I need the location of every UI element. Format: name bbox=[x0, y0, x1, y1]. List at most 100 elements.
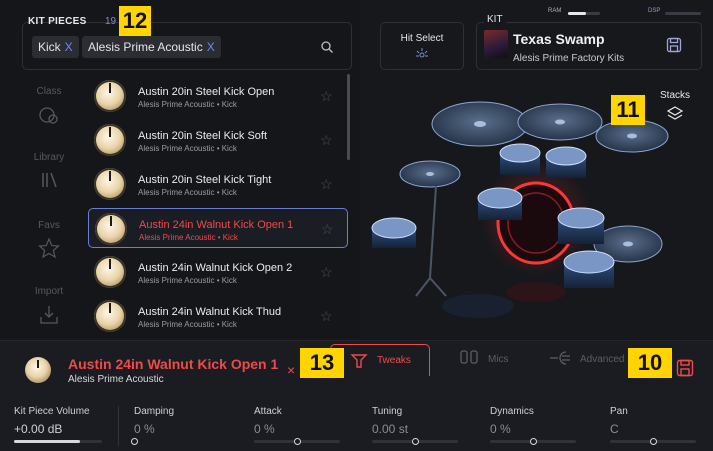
list-item-subtitle: Alesis Prime Acoustic • Kick bbox=[138, 100, 237, 109]
kit-artwork bbox=[484, 30, 508, 58]
app-window: KIT PIECES 19 Kick X Alesis Prime Acousti… bbox=[0, 0, 713, 451]
list-item[interactable]: Austin 24in Walnut Kick Open 2 Alesis Pr… bbox=[88, 252, 348, 292]
param-label: Pan bbox=[610, 406, 628, 417]
param-damping[interactable]: Damping 0 % bbox=[131, 400, 234, 451]
hit-select-label: Hit Select bbox=[400, 33, 444, 44]
chip-remove-icon[interactable]: X bbox=[207, 40, 215, 54]
drum-kit-visual[interactable] bbox=[360, 78, 713, 340]
kick-drum-thumbnail-icon bbox=[95, 213, 127, 245]
param-value: 0.00 st bbox=[372, 422, 409, 436]
floor-tom-2[interactable] bbox=[563, 250, 615, 288]
ram-meter-fill bbox=[568, 12, 586, 15]
advanced-icon bbox=[550, 351, 570, 365]
kick-drum-thumbnail-icon bbox=[94, 168, 126, 200]
nav-library[interactable]: Library bbox=[22, 152, 76, 191]
nav-label: Import bbox=[34, 286, 64, 297]
param-label: Damping bbox=[134, 406, 175, 417]
param-kit-piece-volume[interactable]: Kit Piece Volume +0.00 dB bbox=[14, 400, 104, 451]
param-handle[interactable] bbox=[412, 438, 419, 445]
param-handle[interactable] bbox=[294, 438, 301, 445]
cymbal-left[interactable] bbox=[431, 101, 529, 147]
hit-select-icon bbox=[416, 48, 428, 58]
nav-import[interactable]: Import bbox=[22, 286, 76, 327]
param-handle[interactable] bbox=[131, 438, 138, 445]
callout-badge-11: 11 bbox=[611, 95, 645, 125]
list-item-title: Austin 24in Walnut Kick Open 1 bbox=[139, 219, 294, 231]
chip-remove-icon[interactable]: X bbox=[65, 40, 73, 54]
param-label: Tuning bbox=[372, 406, 403, 417]
parameter-strip: Kit Piece Volume +0.00 dB Damping 0 % At… bbox=[0, 400, 713, 451]
nav-class[interactable]: Class bbox=[22, 86, 76, 127]
dsp-label: DSP bbox=[648, 8, 661, 14]
tom-3[interactable] bbox=[545, 146, 587, 178]
selected-piece-library: Alesis Prime Acoustic bbox=[68, 374, 164, 385]
selected-piece-title: Austin 24in Walnut Kick Open 1 bbox=[68, 356, 279, 372]
favorite-star-icon[interactable]: ☆ bbox=[320, 264, 333, 281]
param-value: C bbox=[610, 422, 619, 436]
param-dynamics[interactable]: Dynamics 0 % bbox=[490, 400, 590, 451]
favorite-star-icon[interactable]: ☆ bbox=[320, 308, 333, 325]
kick-drum-thumbnail-icon bbox=[94, 80, 126, 112]
snare-left[interactable] bbox=[371, 217, 417, 248]
stacks-icon[interactable] bbox=[665, 104, 685, 124]
list-item-subtitle: Alesis Prime Acoustic • Kick bbox=[138, 188, 237, 197]
hihat[interactable] bbox=[399, 160, 461, 188]
search-chip-library[interactable]: Alesis Prime Acoustic X bbox=[82, 36, 221, 58]
tab-mics[interactable]: Mics bbox=[456, 344, 526, 376]
list-item-subtitle: Alesis Prime Acoustic • Kick bbox=[138, 144, 237, 153]
favorite-star-icon[interactable]: ☆ bbox=[320, 132, 333, 149]
param-fill bbox=[14, 440, 80, 443]
kit-label: KIT bbox=[484, 14, 506, 25]
tom-1[interactable] bbox=[477, 187, 523, 220]
nav-label: Class bbox=[36, 86, 62, 97]
clear-selection-icon[interactable]: × bbox=[287, 362, 295, 378]
list-item-selected[interactable]: Austin 24in Walnut Kick Open 1 Alesis Pr… bbox=[88, 208, 348, 248]
chip-label: Kick bbox=[38, 40, 61, 54]
ram-label: RAM bbox=[548, 8, 562, 14]
kick-drum-thumbnail-icon bbox=[94, 256, 126, 288]
callout-badge-10: 10 bbox=[628, 348, 672, 378]
floor-tom-1[interactable] bbox=[557, 207, 605, 244]
param-label: Kit Piece Volume bbox=[14, 406, 90, 417]
ram-meter bbox=[568, 12, 600, 15]
tab-label: Tweaks bbox=[377, 355, 411, 366]
tab-advanced[interactable]: Advanced bbox=[546, 344, 636, 376]
list-item-subtitle: Alesis Prime Acoustic • Kick bbox=[139, 233, 238, 242]
callout-badge-12: 12 bbox=[119, 6, 151, 36]
tom-2[interactable] bbox=[499, 143, 541, 175]
save-kit-icon[interactable] bbox=[666, 37, 682, 53]
param-handle[interactable] bbox=[650, 438, 657, 445]
param-attack[interactable]: Attack 0 % bbox=[254, 400, 354, 451]
param-handle[interactable] bbox=[530, 438, 537, 445]
import-icon bbox=[40, 306, 58, 324]
favorite-star-icon[interactable]: ☆ bbox=[320, 88, 333, 105]
list-scrollbar[interactable] bbox=[347, 74, 350, 160]
param-value: 0 % bbox=[490, 422, 511, 436]
list-item[interactable]: Austin 20in Steel Kick Soft Alesis Prime… bbox=[88, 120, 348, 160]
tab-tweaks[interactable]: Tweaks bbox=[330, 344, 430, 376]
list-item[interactable]: Austin 20in Steel Kick Open Alesis Prime… bbox=[88, 76, 348, 116]
star-icon bbox=[37, 237, 61, 259]
favorite-star-icon[interactable]: ☆ bbox=[320, 176, 333, 193]
search-icon[interactable] bbox=[320, 40, 334, 54]
kit-name: Texas Swamp bbox=[513, 31, 605, 47]
kick-drum-thumbnail-icon bbox=[94, 300, 126, 332]
param-value: 0 % bbox=[254, 422, 275, 436]
param-pan[interactable]: Pan C bbox=[610, 400, 700, 451]
tab-label: Mics bbox=[488, 354, 509, 365]
kit-piece-list: Austin 20in Steel Kick Open Alesis Prime… bbox=[88, 72, 350, 334]
param-tuning[interactable]: Tuning 0.00 st bbox=[372, 400, 472, 451]
nav-favs[interactable]: Favs bbox=[22, 220, 76, 259]
save-piece-icon[interactable] bbox=[676, 359, 694, 377]
list-item[interactable]: Austin 20in Steel Kick Tight Alesis Prim… bbox=[88, 164, 348, 204]
favorite-star-icon[interactable]: ☆ bbox=[321, 221, 334, 238]
class-icon bbox=[39, 107, 58, 124]
side-nav: Class Library Favs Import bbox=[22, 76, 76, 338]
hit-select-button[interactable]: Hit Select bbox=[380, 22, 464, 70]
library-icon bbox=[42, 172, 57, 188]
search-chip-kick[interactable]: Kick X bbox=[32, 36, 79, 58]
list-item-subtitle: Alesis Prime Acoustic • Kick bbox=[138, 276, 237, 285]
kick-drum-thumbnail-icon bbox=[94, 124, 126, 156]
list-item[interactable]: Austin 24in Walnut Kick Thud Alesis Prim… bbox=[88, 296, 348, 336]
cymbal-center[interactable] bbox=[517, 103, 603, 141]
